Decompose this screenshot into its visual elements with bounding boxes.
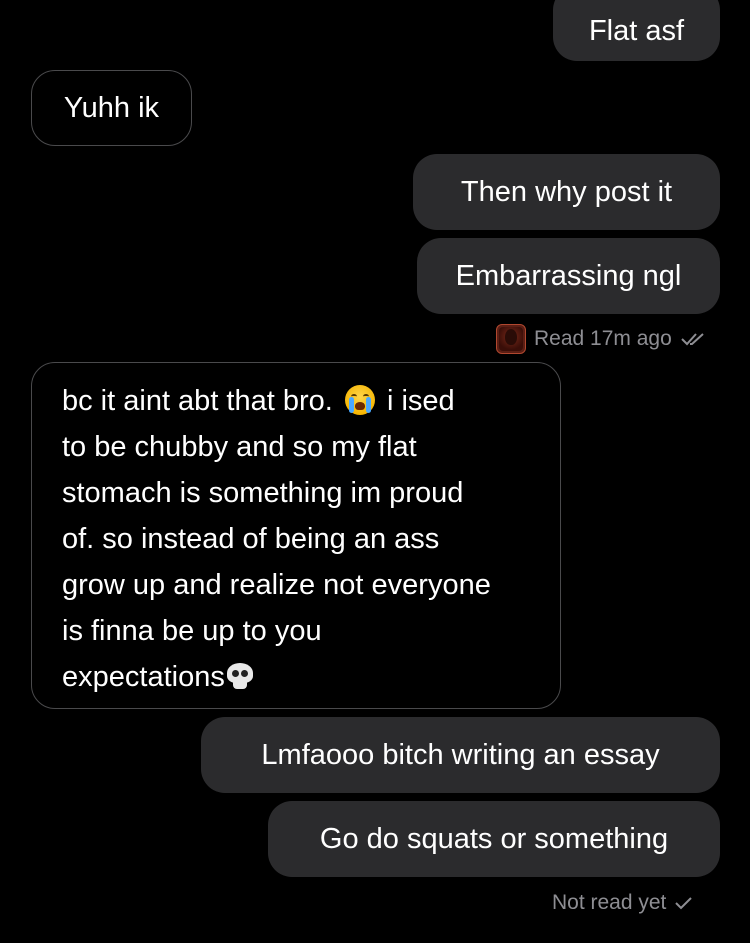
outgoing-message[interactable]: Go do squats or something: [268, 801, 720, 877]
read-receipt: Read 17m ago: [496, 323, 706, 355]
unread-receipt: Not read yet: [552, 887, 694, 919]
message-text: bc it aint abt that bro. i ised to be ch…: [62, 385, 491, 693]
avatar: [496, 324, 526, 354]
outgoing-message[interactable]: Embarrassing ngl: [417, 238, 720, 314]
outgoing-message[interactable]: Flat asf: [553, 0, 720, 61]
message-text: Lmfaooo bitch writing an essay: [261, 739, 660, 771]
message-text: Then why post it: [460, 176, 673, 208]
message-text: Yuhh ik: [63, 92, 160, 124]
outgoing-message[interactable]: Lmfaooo bitch writing an essay: [201, 717, 720, 793]
incoming-message[interactable]: Yuhh ik: [31, 70, 192, 146]
check-icon: [675, 897, 693, 910]
message-text: Embarrassing ngl: [455, 260, 682, 292]
unread-status-text: Not read yet: [552, 891, 667, 914]
read-status-text: Read 17m ago: [534, 327, 672, 350]
incoming-message[interactable]: bc it aint abt that bro. i ised to be ch…: [31, 362, 561, 709]
message-text: Flat asf: [588, 15, 685, 47]
double-check-icon: [681, 333, 704, 346]
skull-icon: [225, 663, 255, 691]
loudly-crying-face-icon: [344, 385, 375, 415]
outgoing-message[interactable]: Then why post it: [413, 154, 720, 230]
message-text: Go do squats or something: [319, 823, 669, 855]
